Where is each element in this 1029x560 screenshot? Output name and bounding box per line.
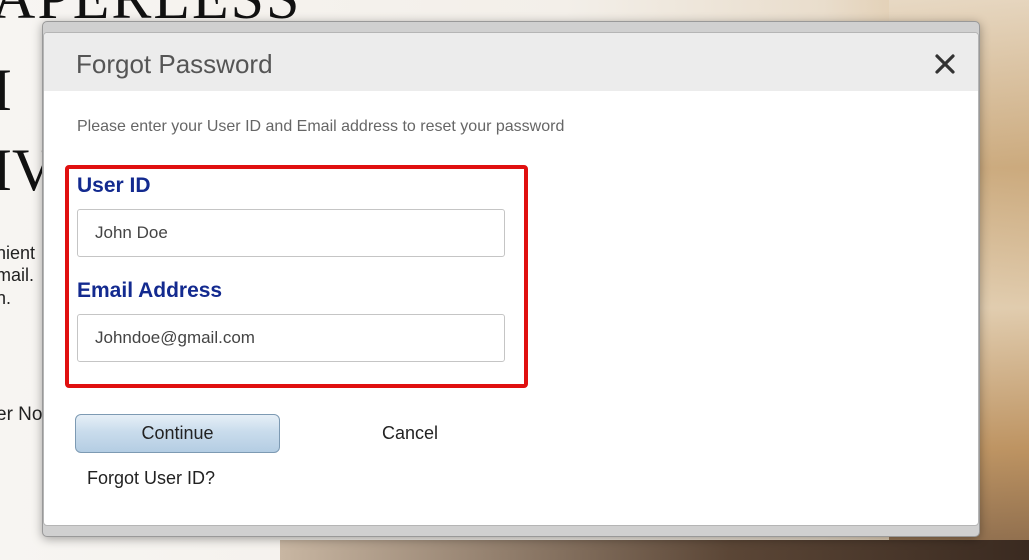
background-text-fragment: nient (0, 243, 36, 263)
close-icon (935, 54, 955, 74)
close-button[interactable] (932, 51, 958, 77)
dialog-header: Forgot Password (44, 33, 978, 91)
continue-button[interactable]: Continue (75, 414, 280, 453)
user-id-label: User ID (77, 174, 151, 197)
instructions-text: Please enter your User ID and Email addr… (77, 118, 565, 135)
email-address-label: Email Address (77, 279, 223, 302)
forgot-user-id-link[interactable]: Forgot User ID? (87, 468, 215, 489)
background-text-fragment: er No (0, 404, 43, 425)
cancel-button[interactable]: Cancel (382, 423, 438, 444)
email-address-input[interactable] (77, 314, 505, 362)
forgot-password-dialog: Forgot Password Please enter your User I… (43, 32, 979, 526)
background-photo-strip (280, 540, 1029, 560)
user-id-input[interactable] (77, 209, 505, 257)
background-text-fragment: mail. (0, 265, 35, 285)
background-headline-line: I (0, 57, 12, 123)
dialog-title: Forgot Password (76, 49, 273, 79)
background-text-fragment: n. (0, 288, 12, 308)
